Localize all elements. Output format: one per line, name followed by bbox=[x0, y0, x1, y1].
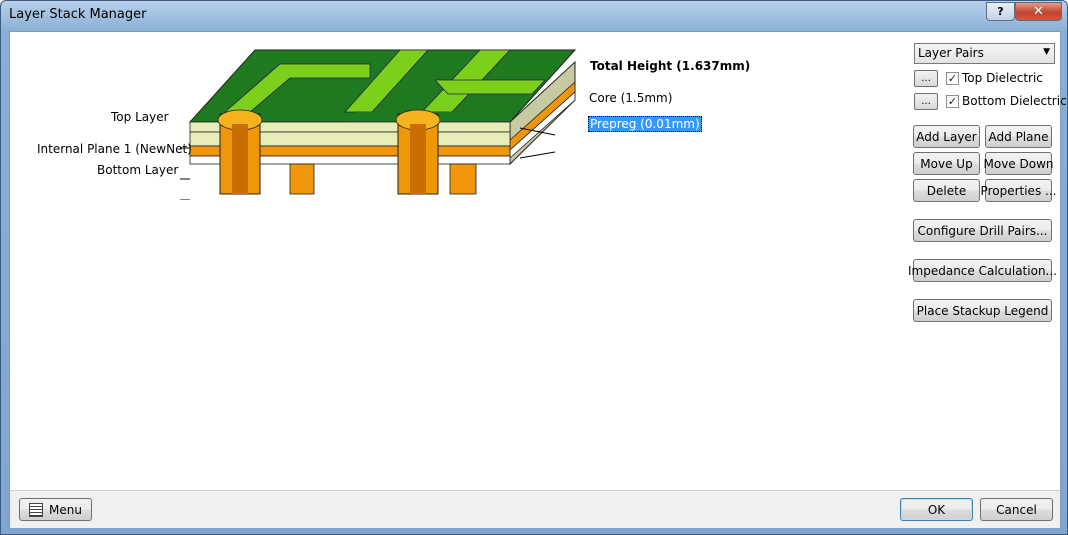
add-layer-button[interactable]: Add Layer bbox=[913, 125, 980, 148]
configure-drill-pairs-button[interactable]: Configure Drill Pairs... bbox=[913, 219, 1052, 242]
core-label[interactable]: Core (1.5mm) bbox=[589, 91, 672, 105]
dialog-footer: Menu OK Cancel bbox=[10, 490, 1060, 528]
impedance-calculation-button[interactable]: Impedance Calculation... bbox=[908, 259, 1057, 282]
title-bar[interactable]: Layer Stack Manager ? ✕ bbox=[1, 1, 1067, 31]
total-height-label: Total Height (1.637mm) bbox=[590, 59, 751, 73]
window-title: Layer Stack Manager bbox=[9, 7, 147, 22]
move-down-button[interactable]: Move Down bbox=[984, 152, 1054, 175]
dialog-body: Total Height (1.637mm) Core (1.5mm) Prep… bbox=[9, 31, 1067, 528]
trace-4 bbox=[434, 79, 546, 95]
chevron-down-icon: ▼ bbox=[1043, 47, 1050, 57]
bottom-layer-label[interactable]: Bottom Layer bbox=[97, 163, 178, 177]
via-right-hole bbox=[410, 124, 426, 194]
via-left-hole bbox=[232, 124, 248, 194]
bottom-pad-2 bbox=[449, 163, 477, 195]
place-stackup-legend-button[interactable]: Place Stackup Legend bbox=[913, 299, 1052, 322]
top-dielectric-label: Top Dielectric bbox=[962, 71, 1043, 85]
bottom-dielectric-label: Bottom Dielectric bbox=[962, 94, 1067, 108]
bottom-dielectric-checkbox[interactable]: ✓ bbox=[946, 95, 959, 108]
top-dielectric-ellipsis-button[interactable]: ... bbox=[914, 70, 938, 87]
properties-button[interactable]: Properties ... bbox=[981, 179, 1056, 202]
move-up-button[interactable]: Move Up bbox=[913, 152, 980, 175]
menu-button-label: Menu bbox=[49, 502, 82, 517]
menu-icon bbox=[29, 502, 44, 517]
delete-button[interactable]: Delete bbox=[913, 179, 980, 202]
top-layer-label[interactable]: Top Layer bbox=[111, 110, 169, 124]
bottom-pad-1 bbox=[289, 163, 315, 195]
menu-button[interactable]: Menu bbox=[19, 498, 92, 521]
top-dielectric-checkbox[interactable]: ✓ bbox=[946, 72, 959, 85]
cancel-button[interactable]: Cancel bbox=[980, 498, 1053, 521]
help-button[interactable]: ? bbox=[986, 2, 1015, 21]
view-mode-select[interactable]: Layer Pairs ▼ bbox=[914, 43, 1055, 64]
bottom-dielectric-ellipsis-button[interactable]: ... bbox=[914, 93, 938, 110]
prepreg-label[interactable]: Prepreg (0.01mm) bbox=[588, 116, 702, 132]
layer-stack-manager-window: Layer Stack Manager ? ✕ Total Height (1.… bbox=[0, 0, 1068, 535]
layer-stack-diagram bbox=[180, 49, 577, 200]
view-mode-value: Layer Pairs bbox=[918, 46, 984, 60]
add-plane-button[interactable]: Add Plane bbox=[985, 125, 1052, 148]
close-button[interactable]: ✕ bbox=[1015, 2, 1062, 21]
internal-plane-label[interactable]: Internal Plane 1 (NewNet) bbox=[37, 142, 192, 156]
prepreg-arrow bbox=[519, 151, 556, 159]
ok-button[interactable]: OK bbox=[900, 498, 973, 521]
